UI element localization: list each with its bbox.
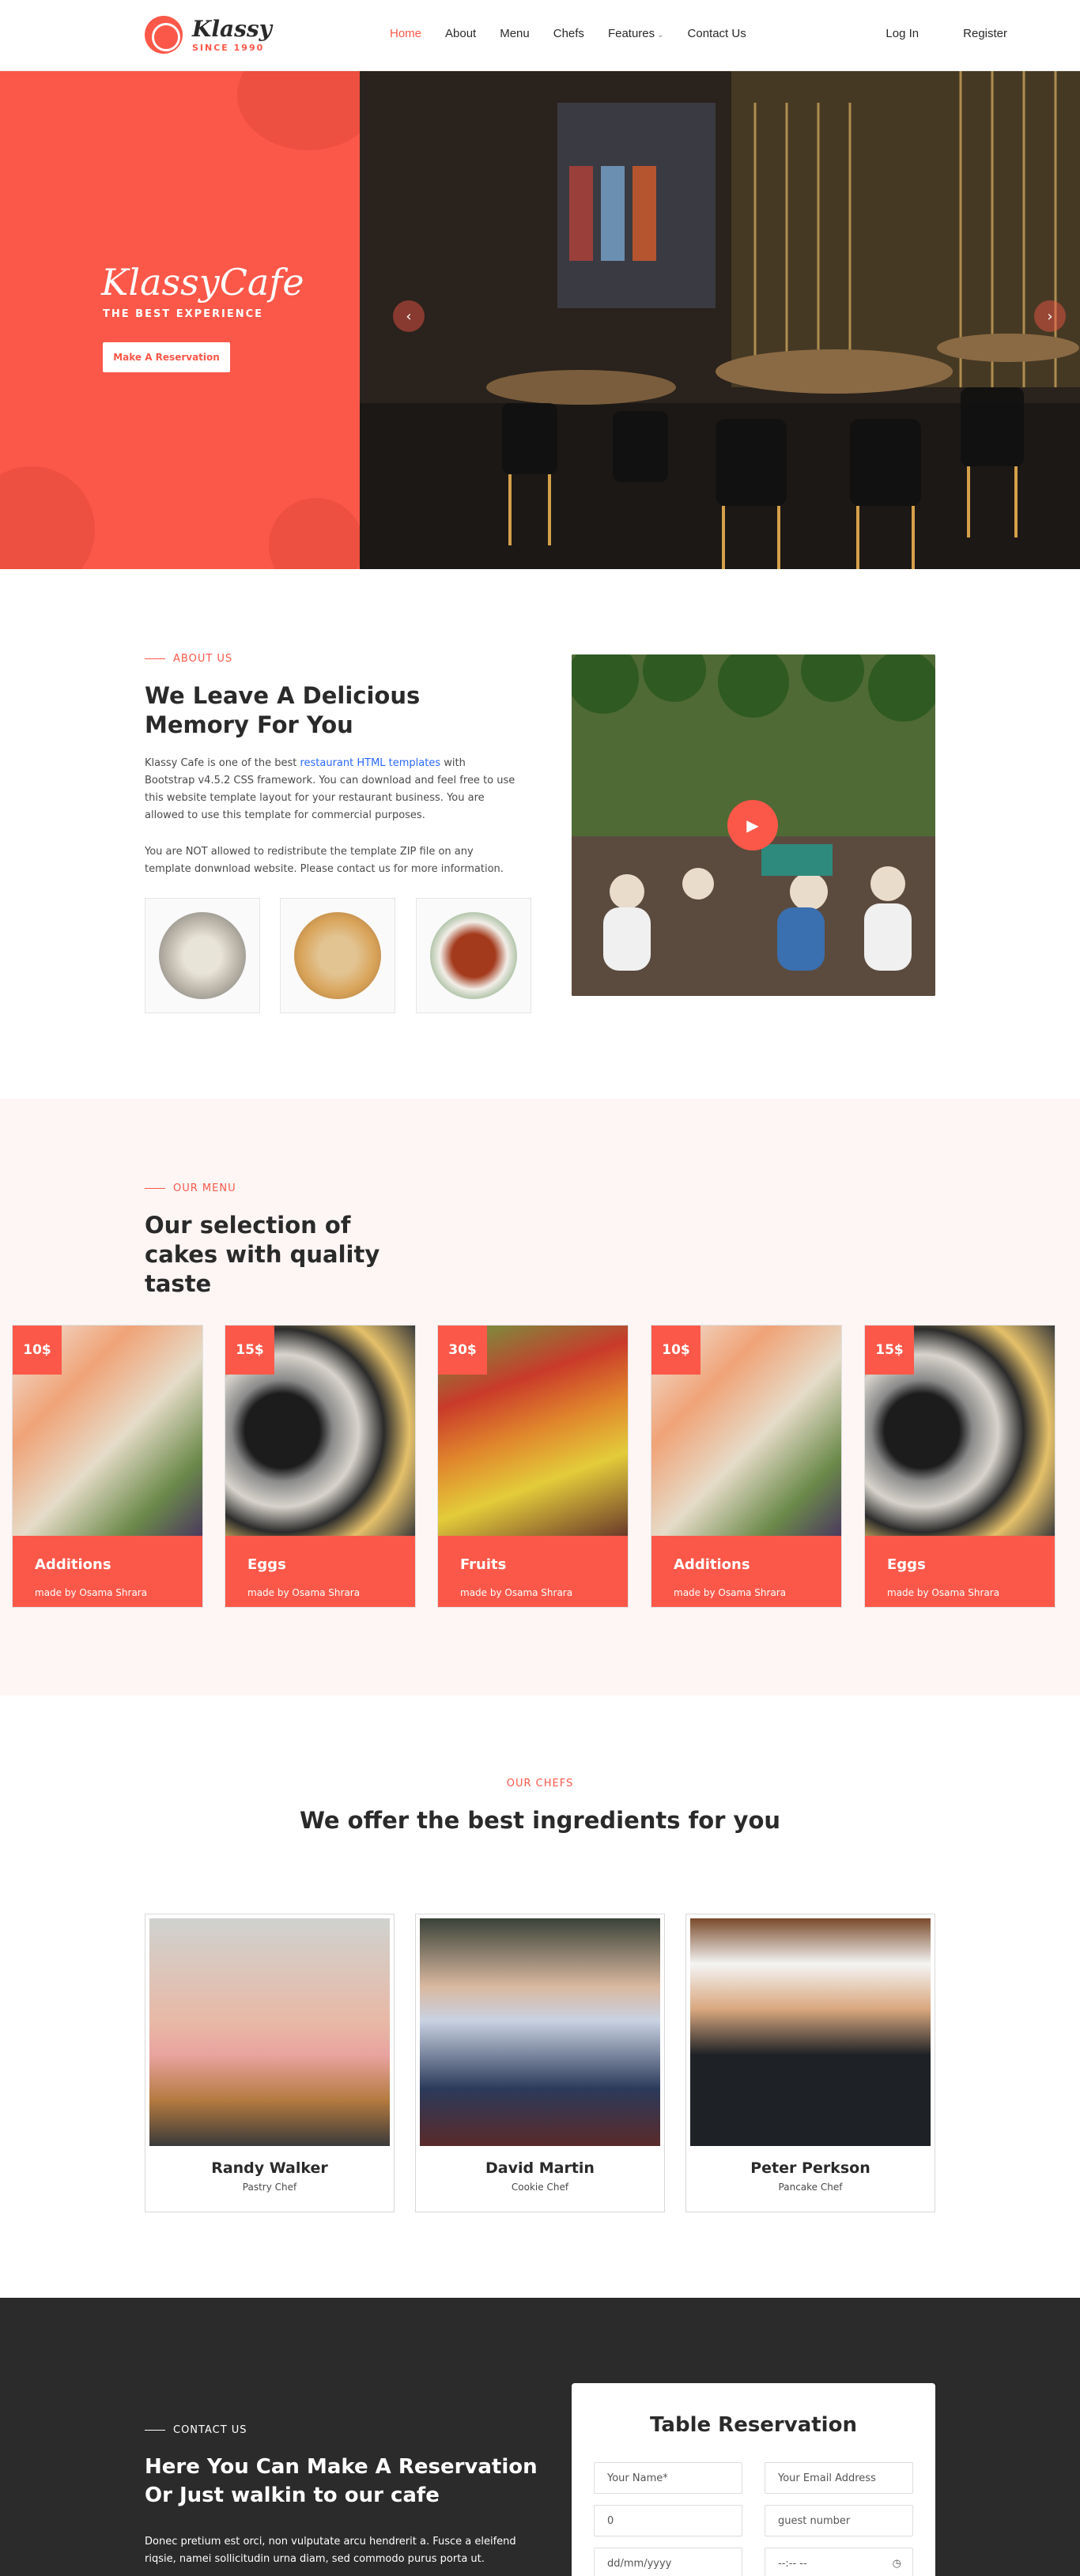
name-field[interactable]: Your Name*	[594, 2462, 742, 2494]
auth-links: Log In Register	[886, 27, 1007, 40]
guests-field[interactable]: guest number	[765, 2505, 913, 2536]
slider-prev-arrow[interactable]: ‹	[393, 300, 425, 332]
about-paragraph-1: Klassy Cafe is one of the best restauran…	[145, 755, 516, 824]
menu-section: OUR MENU Our selection of cakes with qua…	[0, 1099, 1080, 1695]
price-badge: 30$	[438, 1326, 487, 1375]
decorative-leaf	[237, 71, 360, 150]
nav-about[interactable]: About	[445, 27, 476, 40]
play-icon[interactable]: ▶	[727, 800, 778, 850]
menu-card[interactable]: 15$ Eggs made by Osama Shrara	[864, 1325, 1055, 1608]
contact-section: CONTACT US Here You Can Make A Reservati…	[0, 2298, 1080, 2576]
hero-title: KlassyCafe	[101, 261, 304, 304]
chef-card[interactable]: Peter Perkson Pancake Chef	[685, 1914, 935, 2212]
price-badge: 15$	[865, 1326, 914, 1375]
chef-card[interactable]: David Martin Cookie Chef	[415, 1914, 665, 2212]
reservation-form: Table Reservation Your Name* Your Email …	[572, 2383, 935, 2576]
logo-since: SINCE 1990	[192, 42, 265, 53]
menu-item-author: made by Osama Shrara	[247, 1587, 361, 1598]
menu-card[interactable]: 10$ Additions made by Osama Shrara	[12, 1325, 203, 1608]
contact-paragraph: Donec pretium est orci, non vulputate ar…	[145, 2536, 516, 2565]
hero-subtitle: THE BEST EXPERIENCE	[103, 308, 264, 320]
decorative-berry	[0, 466, 95, 569]
chef-role: Cookie Chef	[511, 2182, 569, 2193]
chefs-section: OUR CHEFS We offer the best ingredients …	[0, 1695, 1080, 2298]
form-title: Table Reservation	[650, 2413, 857, 2437]
food-thumbnail[interactable]	[280, 898, 395, 1013]
chef-role: Pancake Chef	[778, 2182, 843, 2193]
login-link[interactable]: Log In	[886, 27, 919, 40]
price-badge: 10$	[13, 1326, 62, 1375]
nav-chefs[interactable]: Chefs	[553, 27, 584, 40]
menu-item-image: 15$	[225, 1326, 415, 1536]
chefs-title: We offer the best ingredients for you	[299, 1807, 781, 1834]
menu-tag: OUR MENU	[145, 1182, 236, 1194]
logo-name: Klassy	[192, 15, 272, 42]
about-title: We Leave A Delicious Memory For You	[145, 682, 421, 738]
chef-name: Randy Walker	[211, 2159, 328, 2177]
about-paragraph-2: You are NOT allowed to redistribute the …	[145, 846, 504, 875]
menu-item-image: 10$	[13, 1326, 202, 1536]
menu-item-image: 10$	[651, 1326, 841, 1536]
time-field[interactable]: --:-- -- ◷	[765, 2548, 913, 2576]
menu-item-name: Eggs	[247, 1556, 286, 1573]
nav-menu[interactable]: Menu	[500, 27, 530, 40]
about-section: ABOUT US We Leave A Delicious Memory For…	[0, 569, 1080, 1099]
chefs-tag: OUR CHEFS	[506, 1778, 574, 1790]
contact-title: Here You Can Make A Reservation Or Just …	[145, 2455, 538, 2507]
chef-role: Pastry Chef	[242, 2182, 297, 2193]
date-field[interactable]: dd/mm/yyyy	[594, 2548, 742, 2576]
chevron-down-icon: ⌄	[657, 31, 664, 40]
clock-icon: ◷	[892, 2557, 901, 2570]
time-field-value: --:-- --	[778, 2557, 807, 2570]
menu-item-name: Additions	[35, 1556, 111, 1573]
chef-card[interactable]: Randy Walker Pastry Chef	[145, 1914, 395, 2212]
fork-spoon-icon	[145, 16, 183, 54]
phone-field[interactable]: 0	[594, 2505, 742, 2536]
menu-item-image: 30$	[438, 1326, 628, 1536]
menu-card[interactable]: 10$ Additions made by Osama Shrara	[651, 1325, 842, 1608]
price-badge: 15$	[225, 1326, 274, 1375]
menu-item-name: Additions	[674, 1556, 750, 1573]
hero-restaurant-image: ‹ ›	[360, 71, 1080, 569]
menu-item-name: Eggs	[887, 1556, 926, 1573]
about-p1-text: Klassy Cafe is one of the best	[145, 757, 300, 769]
main-nav: Home About Menu Chefs Features ⌄ Contact …	[390, 27, 770, 40]
nav-contact[interactable]: Contact Us	[688, 27, 746, 40]
chef-photo	[690, 1918, 931, 2146]
menu-item-author: made by Osama Shrara	[35, 1587, 148, 1598]
make-reservation-button[interactable]: Make A Reservation	[103, 342, 230, 372]
nav-home[interactable]: Home	[390, 27, 421, 40]
menu-item-author: made by Osama Shrara	[887, 1587, 1000, 1598]
chef-name: Peter Perkson	[750, 2159, 870, 2177]
register-link[interactable]: Register	[963, 27, 1007, 40]
food-thumbnail[interactable]	[145, 898, 260, 1013]
nav-features-label: Features	[607, 27, 655, 40]
price-badge: 10$	[651, 1326, 700, 1375]
nav-features[interactable]: Features ⌄	[608, 27, 664, 40]
hero-section: KlassyCafe THE BEST EXPERIENCE Make A Re…	[0, 71, 1080, 569]
menu-item-author: made by Osama Shrara	[460, 1587, 573, 1598]
slider-next-arrow[interactable]: ›	[1034, 300, 1066, 332]
hero-left-panel: KlassyCafe THE BEST EXPERIENCE Make A Re…	[0, 71, 360, 569]
menu-item-image: 15$	[865, 1326, 1055, 1536]
chef-photo	[149, 1918, 390, 2146]
restaurant-templates-link[interactable]: restaurant HTML templates	[300, 757, 440, 769]
site-logo[interactable]: Klassy SINCE 1990	[145, 16, 272, 54]
about-tag: ABOUT US	[145, 653, 232, 665]
email-field[interactable]: Your Email Address	[765, 2462, 913, 2494]
menu-card[interactable]: 15$ Eggs made by Osama Shrara	[225, 1325, 416, 1608]
chef-photo	[420, 1918, 660, 2146]
contact-tag: CONTACT US	[145, 2424, 247, 2436]
menu-card[interactable]: 30$ Fruits made by Osama Shrara	[437, 1325, 629, 1608]
food-thumbnail[interactable]	[416, 898, 531, 1013]
chef-name: David Martin	[485, 2159, 595, 2177]
site-header: Klassy SINCE 1990 Home About Menu Chefs …	[0, 0, 1080, 71]
about-video[interactable]: ▶	[572, 654, 935, 996]
decorative-berry	[269, 498, 360, 569]
menu-item-author: made by Osama Shrara	[674, 1587, 787, 1598]
menu-title: Our selection of cakes with quality tast…	[145, 1212, 380, 1297]
menu-item-name: Fruits	[460, 1556, 507, 1573]
restaurant-interior-illustration	[360, 71, 1080, 569]
